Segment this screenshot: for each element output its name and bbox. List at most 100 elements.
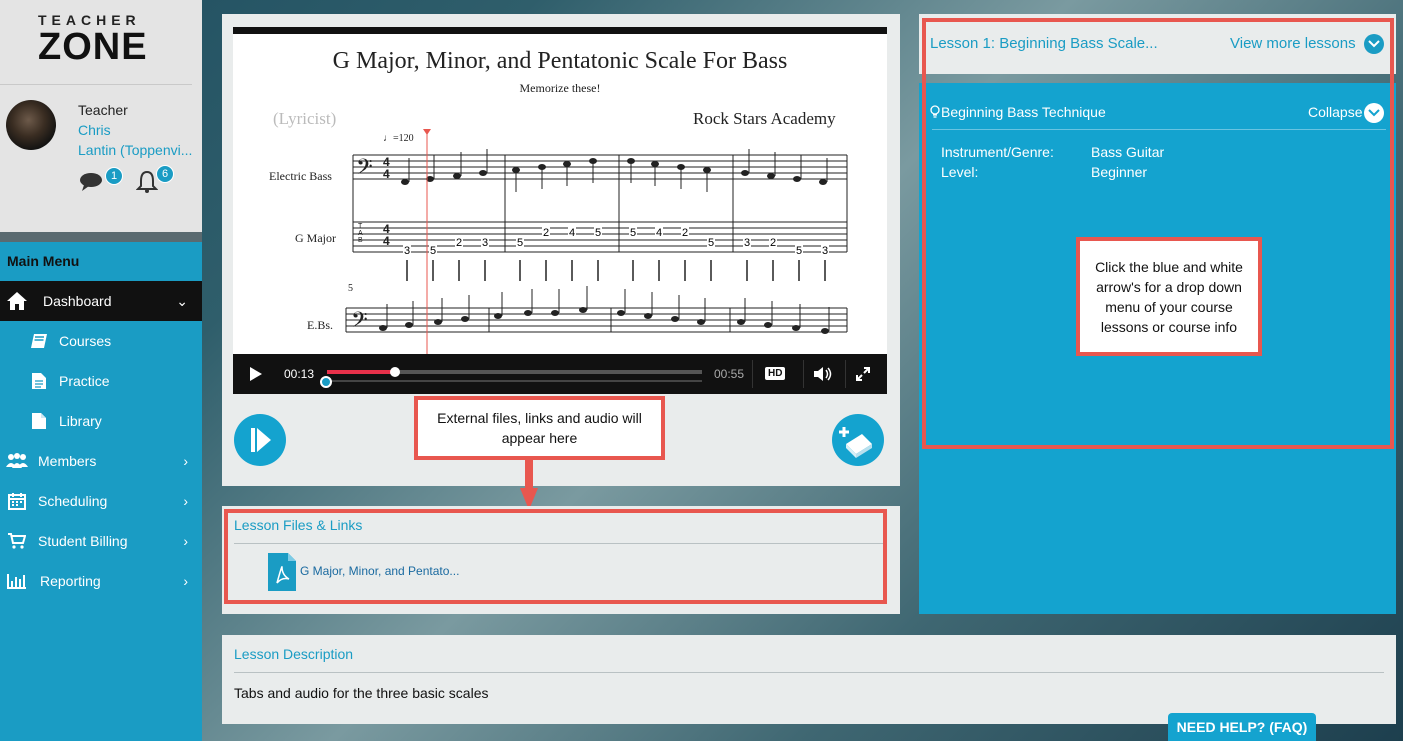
sidebar-item-members[interactable]: Members › [0,441,202,481]
pdf-icon[interactable] [268,553,296,591]
seek-fill [327,370,395,374]
tab-number: 4 [568,227,577,239]
duration: 00:55 [714,367,745,381]
add-assignment-button[interactable] [832,414,884,466]
profile-role: Teacher [78,102,128,118]
chevron-right-icon: › [183,573,188,589]
tab-number: 5 [429,245,438,257]
file-icon [28,410,50,432]
sidebar-item-scheduling[interactable]: Scheduling › [0,481,202,521]
main-menu-label: Main Menu [7,253,80,269]
tab-number: 5 [795,245,804,257]
svg-text:4: 4 [383,234,390,248]
play-icon [251,428,271,452]
logo-main-text: ZONE [38,26,148,68]
avatar[interactable] [6,100,56,150]
play-icon[interactable] [249,366,263,387]
home-icon [6,290,28,312]
tab-number: 2 [455,237,464,249]
bar-chart-icon [6,570,28,592]
chevron-down-icon[interactable] [1364,103,1384,123]
bell-icon[interactable] [135,170,159,194]
tab-number: 2 [542,227,551,239]
sidebar-item-label: Practice [59,373,110,389]
play-audio-button[interactable] [234,414,286,466]
sidebar-item-label: Student Billing [38,533,128,549]
sidebar-item-library[interactable]: Library [0,401,202,441]
file-link[interactable]: G Major, Minor, and Pentato... [300,564,459,578]
instrument-label: Instrument/Genre: [941,144,1054,160]
instrument-value: Bass Guitar [1091,144,1165,160]
profile-name-last[interactable]: Lantin (Toppenvi... [78,142,198,158]
tab-number: 5 [707,237,716,249]
sidebar-separator [0,232,202,242]
level-label: Level: [941,164,979,180]
callout-arrow-icon [520,458,538,510]
chevron-down-icon: ⌄ [176,292,188,309]
tab-number: 2 [769,237,778,249]
svg-text:4: 4 [383,167,390,181]
users-icon [6,450,28,472]
video-controls: 00:13 00:55 HD [233,354,887,394]
book-icon [28,330,50,352]
sidebar-item-practice[interactable]: Practice [0,361,202,401]
svg-text:𝄢: 𝄢 [351,307,368,337]
view-more-lessons-link[interactable]: View more lessons [1230,35,1356,52]
description-divider [234,672,1384,673]
sidebar-item-student-billing[interactable]: Student Billing › [0,521,202,561]
seek-handle[interactable] [389,367,400,377]
arrows-callout: Click the blue and white arrow's for a d… [1076,237,1262,356]
sidebar-item-label: Dashboard [43,293,112,309]
chevron-right-icon: › [183,533,188,549]
files-callout: External files, links and audio will app… [414,396,665,460]
files-divider [234,543,883,544]
document-icon [28,370,50,392]
hd-quality-button[interactable]: HD [765,367,786,380]
control-divider [803,360,804,388]
tab-number: 4 [655,227,664,239]
sidebar-item-label: Reporting [40,573,101,589]
tab-number: 3 [743,237,752,249]
sheet-music-video[interactable]: G Major, Minor, and Pentatonic Scale For… [233,27,887,355]
messages-icon[interactable] [78,170,104,194]
tab-number: 2 [681,227,690,239]
need-help-button[interactable]: NEED HELP? (FAQ) [1168,713,1316,741]
seek-bar[interactable] [327,370,702,374]
tab-number: 3 [821,245,830,257]
sidebar-item-label: Members [38,453,97,469]
svg-text:𝄢: 𝄢 [356,154,373,184]
tab-number: 5 [594,227,603,239]
chevron-right-icon: › [183,493,188,509]
notifications-badge: 6 [156,165,174,183]
book-plus-icon [839,427,872,458]
cart-icon [6,530,28,552]
buffer-handle[interactable] [320,376,332,388]
volume-icon[interactable] [813,366,833,387]
sidebar-item-courses[interactable]: Courses [0,321,202,361]
lesson-description-card [222,635,1396,724]
control-divider [845,360,846,388]
description-title: Lesson Description [234,646,354,662]
lightbulb-icon [930,105,940,124]
sidebar-item-label: Library [59,413,102,429]
description-text: Tabs and audio for the three basic scale… [234,685,489,701]
tab-number: 3 [481,237,490,249]
chevron-down-icon[interactable] [1364,34,1384,54]
files-title: Lesson Files & Links [234,517,363,533]
tab-number: 3 [403,245,412,257]
level-value: Beginner [1091,164,1148,180]
profile-divider [0,84,192,85]
fullscreen-icon[interactable] [856,367,870,386]
control-divider [752,360,753,388]
collapse-link[interactable]: Collapse [1308,104,1362,120]
sidebar-item-reporting[interactable]: Reporting › [0,561,202,601]
profile-name-first[interactable]: Chris [78,122,111,138]
sidebar-item-label: Courses [59,333,112,349]
technique-divider [932,129,1386,130]
tab-number: 5 [629,227,638,239]
tab-number: 5 [516,237,525,249]
sidebar-item-dashboard[interactable]: Dashboard ⌄ [0,281,202,321]
lesson-title[interactable]: Lesson 1: Beginning Bass Scale... [930,35,1158,52]
sheet-notation: 𝄢 𝄢 4 4 4 4 [345,129,848,355]
messages-badge: 1 [105,167,123,185]
